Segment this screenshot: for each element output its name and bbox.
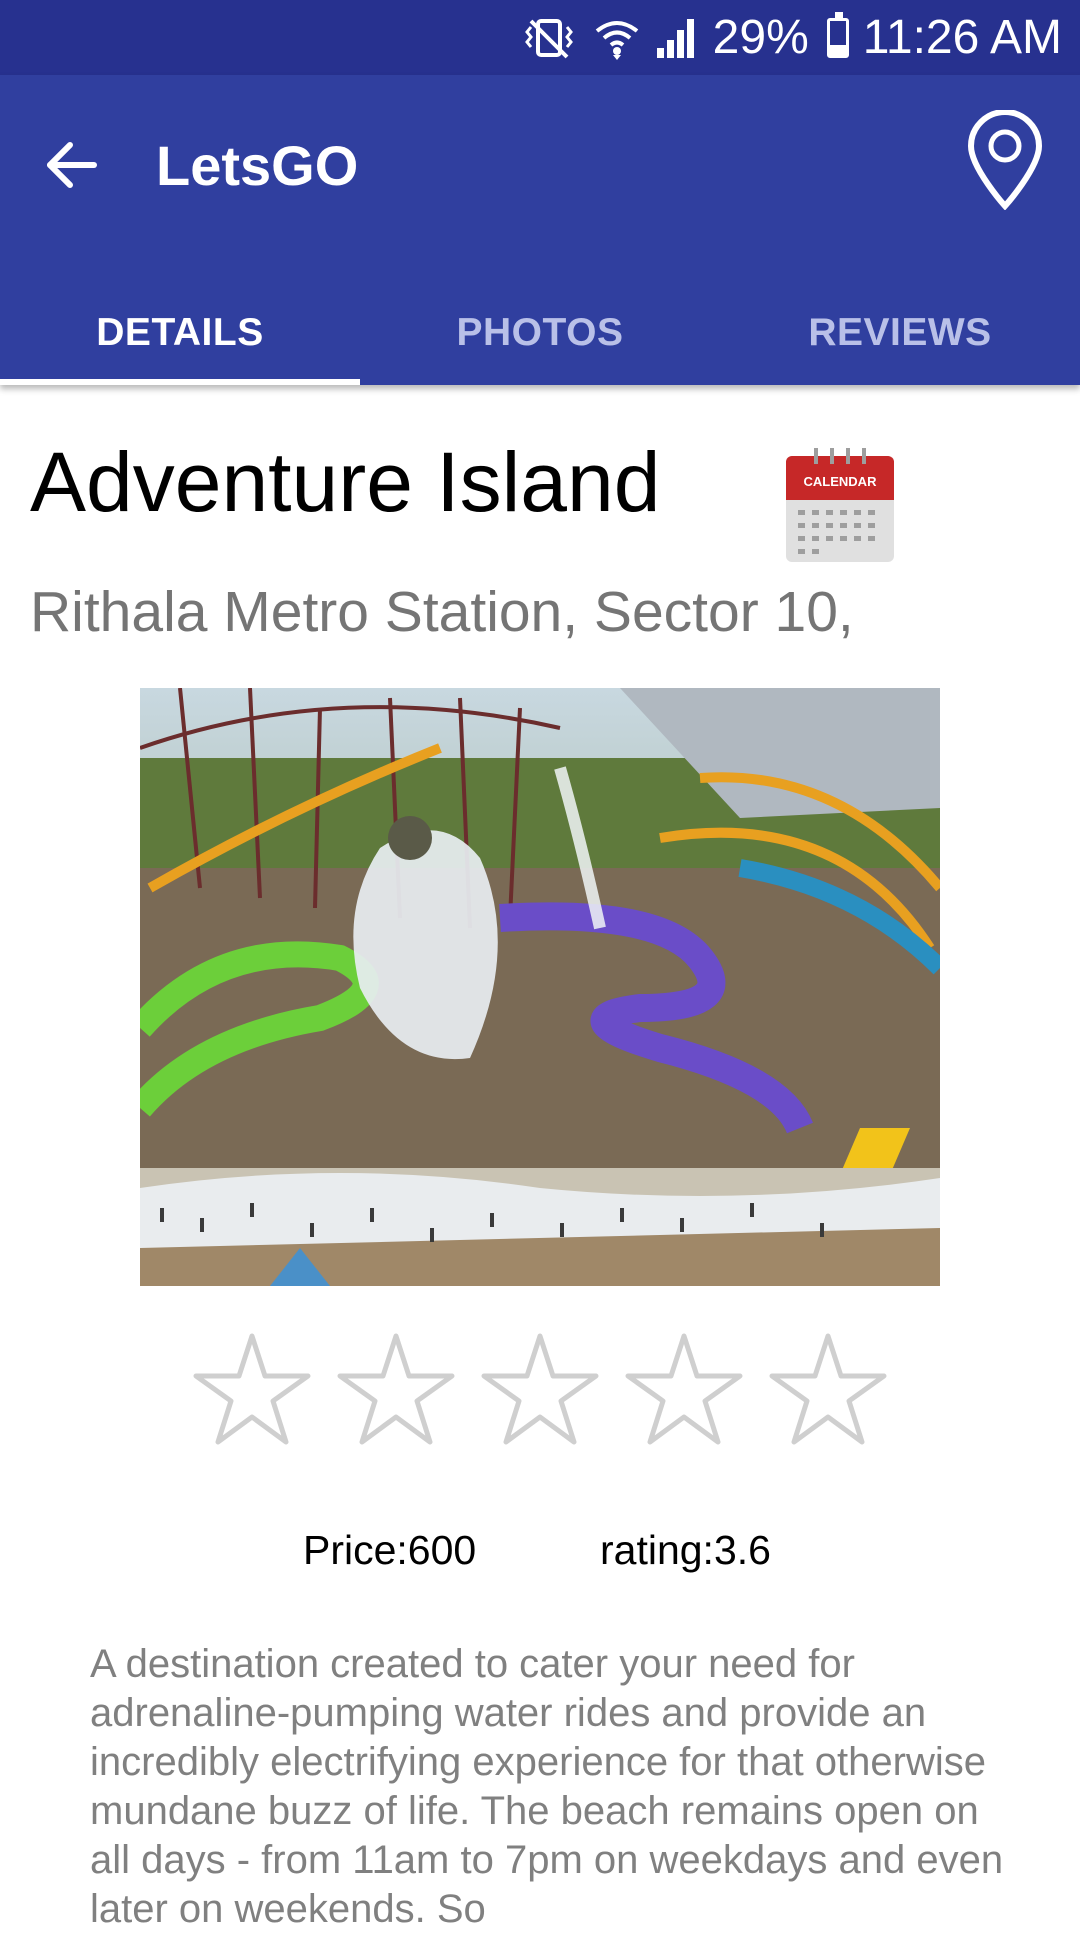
- star-icon[interactable]: [190, 1330, 314, 1450]
- wifi-icon: [593, 15, 641, 61]
- calendar-button[interactable]: CALENDAR: [784, 448, 896, 566]
- status-bar: 29% 11:26 AM: [0, 0, 1080, 75]
- place-description: A destination created to cater your need…: [90, 1642, 1004, 1931]
- arrow-left-icon: [44, 137, 100, 198]
- app-title: LetsGO: [156, 134, 359, 197]
- status-icons: 29% 11:26 AM: [521, 8, 1062, 68]
- star-icon[interactable]: [478, 1330, 602, 1450]
- star-icon[interactable]: [334, 1330, 458, 1450]
- tab-reviews[interactable]: REVIEWS: [720, 280, 1080, 385]
- rating-stars[interactable]: [190, 1330, 890, 1450]
- battery-icon: [826, 12, 849, 58]
- battery-percent: 29%: [712, 11, 809, 64]
- signal-icon: [655, 16, 699, 60]
- calendar-label: CALENDAR: [804, 474, 878, 489]
- vibrate-icon: [521, 15, 579, 61]
- app-bar: LetsGO DETAILS PHOTOS REVIEWS: [0, 75, 1080, 385]
- clock: 11:26 AM: [862, 11, 1062, 64]
- place-title: Adventure Island: [30, 435, 661, 529]
- tab-photos[interactable]: PHOTOS: [360, 280, 720, 385]
- tab-details[interactable]: DETAILS: [0, 280, 360, 385]
- place-address: Rithala Metro Station, Sector 10,: [30, 580, 854, 644]
- tab-bar: DETAILS PHOTOS REVIEWS: [0, 280, 1080, 385]
- star-icon[interactable]: [766, 1330, 890, 1450]
- place-photo: [140, 688, 940, 1286]
- rating-label: rating:3.6: [600, 1527, 771, 1573]
- map-pin-icon: [965, 109, 1045, 215]
- map-location-button[interactable]: [950, 105, 1060, 220]
- calendar-icon: CALENDAR: [786, 448, 894, 562]
- star-icon[interactable]: [622, 1330, 746, 1450]
- price-label: Price:600: [303, 1527, 477, 1573]
- back-button[interactable]: [30, 125, 114, 209]
